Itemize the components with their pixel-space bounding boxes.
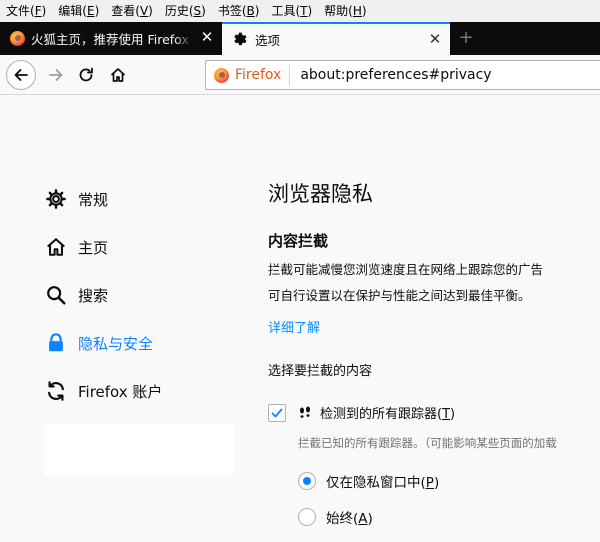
- menu-edit[interactable]: 编辑(E): [52, 0, 105, 22]
- close-tab-icon[interactable]: ✕: [428, 32, 442, 47]
- menu-bar: 文件(F) 编辑(E) 查看(V) 历史(S) 书签(B) 工具(T) 帮助(H…: [0, 0, 600, 22]
- radio-button[interactable]: [298, 508, 316, 526]
- url-bar[interactable]: Firefox about:preferences#privacy: [205, 60, 600, 90]
- navigation-toolbar: Firefox about:preferences#privacy: [0, 55, 600, 95]
- page-title: 浏览器隐私: [268, 182, 373, 206]
- menu-help[interactable]: 帮助(H): [318, 0, 372, 22]
- trackers-description: 拦截已知的所有跟踪器。（可能影响某些页面的加载: [298, 436, 557, 450]
- radio-button[interactable]: [298, 472, 316, 490]
- home-button[interactable]: [104, 61, 132, 89]
- radio-always[interactable]: 始终(A): [298, 507, 373, 527]
- trackers-checkbox[interactable]: [268, 403, 286, 422]
- firefox-logo-icon: [10, 31, 25, 46]
- sidebar-item-label: 常规: [78, 190, 109, 209]
- tab-label: 选项: [255, 33, 281, 48]
- section-description: 拦截可能减慢您浏览速度且在网络上跟踪您的广告: [268, 262, 544, 277]
- section-title: 内容拦截: [268, 232, 329, 250]
- sidebar-item-firefox-account[interactable]: Firefox 账户: [44, 367, 162, 415]
- sidebar-item-privacy[interactable]: 隐私与安全: [44, 319, 153, 367]
- radio-private-windows-only[interactable]: 仅在隐私窗口中(P): [298, 471, 439, 491]
- home-icon: [44, 235, 68, 259]
- firefox-logo-icon: [214, 67, 229, 83]
- gear-icon: [44, 187, 68, 211]
- sidebar-item-label: 主页: [78, 238, 109, 257]
- section-description: 可自行设置以在保护与性能之间达到最佳平衡。: [268, 288, 531, 303]
- sidebar-item-search[interactable]: 搜索: [44, 271, 108, 319]
- identity-box[interactable]: Firefox: [206, 64, 291, 86]
- radio-label: 仅在隐私窗口中(P): [326, 475, 440, 491]
- url-input[interactable]: about:preferences#privacy: [290, 67, 491, 83]
- new-tab-button[interactable]: +: [455, 22, 477, 55]
- sidebar-blank-area: [44, 423, 234, 475]
- sidebar-item-label: 隐私与安全: [78, 334, 154, 353]
- sidebar-item-home[interactable]: 主页: [44, 223, 108, 271]
- search-icon: [44, 283, 68, 307]
- reload-button[interactable]: [72, 61, 100, 89]
- arrow-left-icon: [14, 69, 28, 81]
- learn-more-link[interactable]: 详细了解: [268, 317, 320, 336]
- close-tab-icon[interactable]: ✕: [200, 30, 214, 45]
- menu-history[interactable]: 历史(S): [159, 0, 212, 22]
- tab-label: 火狐主页，推荐使用 Firefox 火: [31, 32, 193, 47]
- radio-label: 始终(A): [326, 511, 373, 527]
- sync-icon: [44, 379, 68, 403]
- sidebar-item-label: Firefox 账户: [78, 382, 163, 401]
- forward-button[interactable]: [42, 61, 70, 89]
- tab-strip: 火狐主页，推荐使用 Firefox 火 ✕ 选项 ✕ +: [0, 22, 600, 55]
- menu-file[interactable]: 文件(F): [0, 0, 52, 22]
- trackers-option[interactable]: 检测到的所有跟踪器(T): [268, 403, 455, 422]
- menu-bookmarks[interactable]: 书签(B): [212, 0, 266, 22]
- tab-options[interactable]: 选项 ✕: [222, 22, 450, 55]
- trackers-checkbox-label: 检测到的所有跟踪器(T): [320, 407, 456, 422]
- checkmark-icon: [271, 408, 283, 417]
- sidebar-item-label: 搜索: [78, 286, 109, 305]
- identity-label: Firefox: [235, 67, 282, 83]
- gear-icon: [232, 31, 247, 49]
- choose-block-label: 选择要拦截的内容: [268, 364, 373, 379]
- back-button[interactable]: [6, 60, 36, 90]
- menu-tools[interactable]: 工具(T): [265, 0, 318, 22]
- tracker-footprint-icon: [298, 406, 312, 420]
- preferences-page: 常规 主页 搜索 隐私与安全 Firefox 账户 浏览器隐私 内容拦截 拦截可…: [0, 96, 600, 542]
- tab-firefox-home[interactable]: 火狐主页，推荐使用 Firefox 火 ✕: [0, 22, 222, 55]
- lock-icon: [44, 331, 68, 355]
- sidebar-item-general[interactable]: 常规: [44, 175, 108, 223]
- menu-view[interactable]: 查看(V): [105, 0, 159, 22]
- home-icon: [110, 68, 126, 82]
- reload-icon: [79, 67, 93, 82]
- arrow-right-icon: [49, 69, 63, 81]
